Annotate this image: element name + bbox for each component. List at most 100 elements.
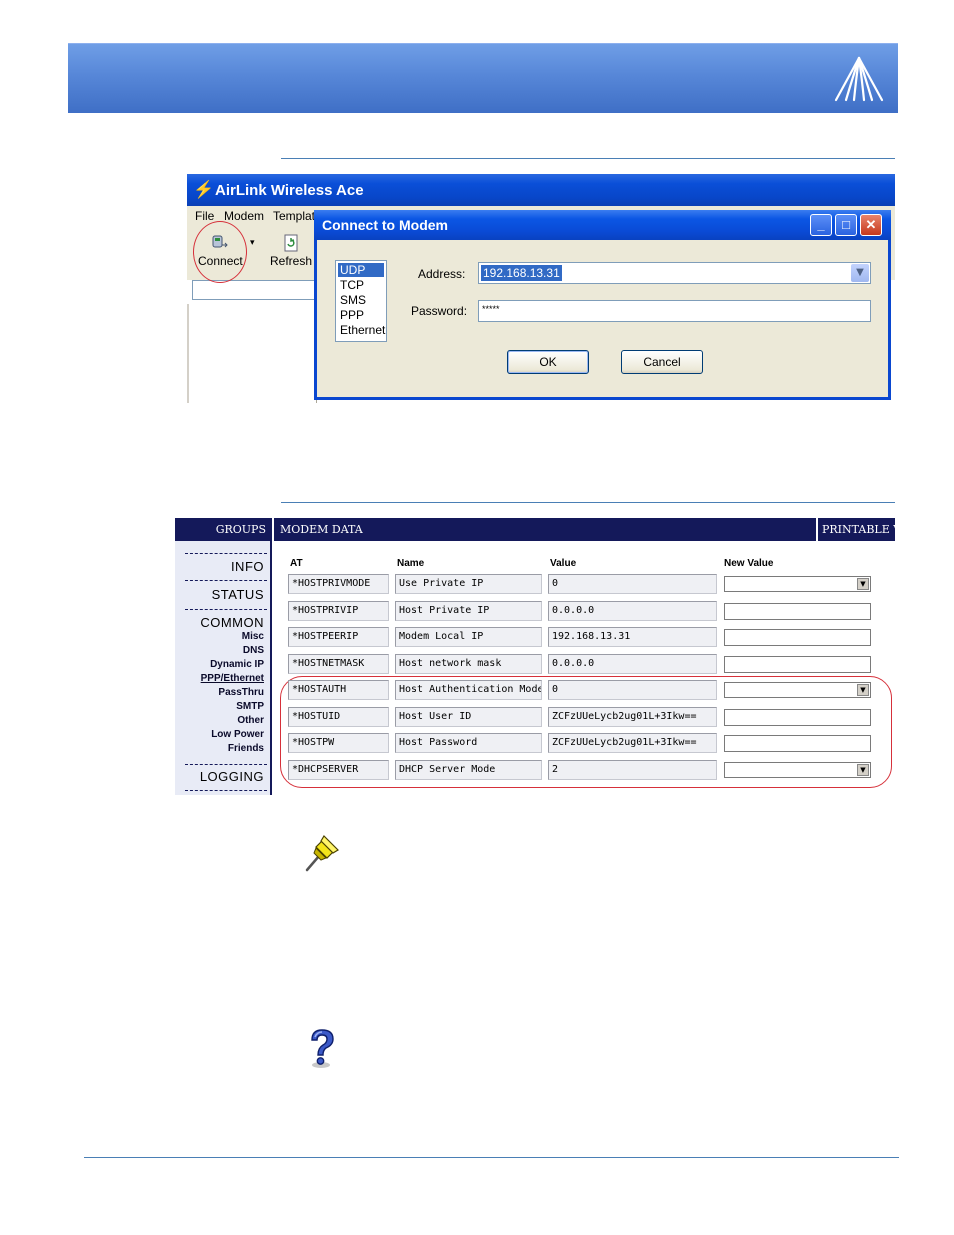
connect-dropdown-icon[interactable]: ▾: [250, 238, 255, 248]
new-value-select[interactable]: ▼: [724, 576, 871, 592]
name-cell: Use Private IP: [395, 574, 542, 594]
group-info[interactable]: INFO: [231, 559, 264, 574]
name-cell: Host Private IP: [395, 601, 542, 621]
group-item-dns[interactable]: DNS: [243, 645, 264, 656]
group-item-low-power[interactable]: Low Power: [211, 729, 264, 740]
at-command-cell: *HOSTPW: [288, 733, 389, 753]
group-item-misc[interactable]: Misc: [242, 631, 264, 642]
chevron-down-icon[interactable]: ▼: [857, 578, 869, 590]
divider: [185, 609, 267, 610]
connect-highlight-circle: [193, 221, 247, 283]
minimize-button[interactable]: _: [810, 214, 832, 236]
menu-modem[interactable]: Modem: [224, 209, 264, 223]
name-cell: Host User ID: [395, 707, 542, 727]
footer-rule: [84, 1157, 899, 1158]
refresh-button[interactable]: Refresh: [269, 234, 313, 268]
at-command-cell: *HOSTUID: [288, 707, 389, 727]
maximize-button[interactable]: □: [835, 214, 857, 236]
column-header-at: AT: [290, 558, 303, 569]
new-value-input[interactable]: [724, 656, 871, 673]
protocol-ethernet[interactable]: Ethernet: [338, 323, 387, 337]
password-label: Password:: [411, 304, 468, 318]
ok-button[interactable]: OK: [507, 350, 589, 374]
at-command-cell: *HOSTPRIVIP: [288, 601, 389, 621]
modem-data-header: MODEM DATA: [274, 518, 816, 541]
name-cell: Host Authentication Mode: [395, 680, 542, 700]
section-rule-1: [281, 158, 895, 159]
ace-left-pane: [187, 304, 317, 403]
chevron-down-icon[interactable]: ▼: [857, 684, 869, 696]
group-item-friends[interactable]: Friends: [228, 743, 264, 754]
modem-data-screenshot: GROUPS MODEM DATA PRINTABLE V INFO STATU…: [175, 518, 895, 795]
lightning-icon: ⚡: [193, 180, 215, 199]
group-item-smtp[interactable]: SMTP: [236, 701, 264, 712]
printable-view-link[interactable]: PRINTABLE V: [818, 518, 895, 541]
protocol-sms[interactable]: SMS: [338, 293, 368, 307]
cancel-button[interactable]: Cancel: [621, 350, 703, 374]
groups-sidebar: INFO STATUS COMMON Misc DNS Dynamic IP P…: [175, 541, 272, 795]
refresh-label: Refresh: [269, 254, 313, 268]
new-value-input[interactable]: [724, 629, 871, 646]
column-header-name: Name: [397, 558, 425, 569]
close-button[interactable]: ✕: [860, 214, 882, 236]
group-status[interactable]: STATUS: [212, 587, 264, 602]
group-item-dynamic-ip[interactable]: Dynamic IP: [210, 659, 264, 670]
new-value-select[interactable]: ▼: [724, 682, 871, 698]
name-cell: Modem Local IP: [395, 627, 542, 647]
protocol-udp[interactable]: UDP: [338, 263, 384, 277]
divider: [185, 553, 267, 554]
refresh-icon: [284, 234, 298, 252]
divider: [185, 580, 267, 581]
pushpin-icon: [305, 835, 339, 872]
value-cell: 0: [548, 574, 717, 594]
protocol-ppp[interactable]: PPP: [338, 308, 366, 322]
name-cell: Host Password: [395, 733, 542, 753]
address-label: Address:: [418, 267, 466, 281]
new-value-input[interactable]: [724, 709, 871, 726]
chevron-down-icon[interactable]: ▼: [857, 764, 869, 776]
connect-dialog: Connect to Modem _ □ ✕ UDP TCP SMS PPP E…: [314, 210, 891, 400]
header-banner: [68, 43, 898, 113]
name-cell: DHCP Server Mode: [395, 760, 542, 780]
section-rule-2: [281, 502, 895, 503]
chevron-down-icon[interactable]: ▼: [851, 264, 869, 282]
value-cell: 0.0.0.0: [548, 654, 717, 674]
group-item-passthru[interactable]: PassThru: [218, 687, 264, 698]
column-header-value: Value: [550, 558, 577, 569]
dialog-titlebar: Connect to Modem _ □ ✕: [314, 210, 891, 240]
address-combobox[interactable]: 192.168.13.31 ▼: [478, 262, 871, 284]
ace-address-bar[interactable]: [192, 280, 332, 300]
password-value: *****: [482, 304, 500, 314]
question-icon: [311, 1029, 334, 1068]
value-cell: 192.168.13.31: [548, 627, 717, 647]
column-header-new-value: New Value: [724, 558, 774, 569]
new-value-input[interactable]: [724, 603, 871, 620]
group-common[interactable]: COMMON: [200, 615, 264, 630]
ace-titlebar: ⚡ AirLink Wireless Ace: [187, 174, 895, 206]
password-field[interactable]: *****: [478, 300, 871, 322]
at-command-cell: *HOSTAUTH: [288, 680, 389, 700]
value-cell: 2: [548, 760, 717, 780]
value-cell: ZCFzUUeLycb2ug01L+3Ikw==: [548, 707, 717, 727]
at-command-cell: *HOSTNETMASK: [288, 654, 389, 674]
group-item-ppp-ethernet[interactable]: PPP/Ethernet: [201, 673, 264, 684]
protocol-tcp[interactable]: TCP: [338, 278, 366, 292]
value-cell: ZCFzUUeLycb2ug01L+3Ikw==: [548, 733, 717, 753]
menu-template[interactable]: Templat: [273, 209, 315, 223]
group-item-other[interactable]: Other: [237, 715, 264, 726]
groups-header: GROUPS: [175, 518, 272, 541]
menu-file[interactable]: File: [195, 209, 214, 223]
divider: [185, 790, 267, 791]
new-value-input[interactable]: [724, 735, 871, 752]
dialog-title: Connect to Modem: [322, 217, 448, 233]
protocol-list[interactable]: UDP TCP SMS PPP Ethernet: [335, 260, 387, 342]
airlink-logo-icon: [834, 56, 884, 102]
group-logging[interactable]: LOGGING: [200, 769, 264, 784]
name-cell: Host network mask: [395, 654, 542, 674]
value-cell: 0.0.0.0: [548, 601, 717, 621]
divider: [185, 764, 267, 765]
ace-screenshot: ⚡ AirLink Wireless Ace File Modem Templa…: [187, 174, 895, 403]
at-command-cell: *HOSTPRIVMODE: [288, 574, 389, 594]
new-value-select[interactable]: ▼: [724, 762, 871, 778]
at-command-cell: *DHCPSERVER: [288, 760, 389, 780]
